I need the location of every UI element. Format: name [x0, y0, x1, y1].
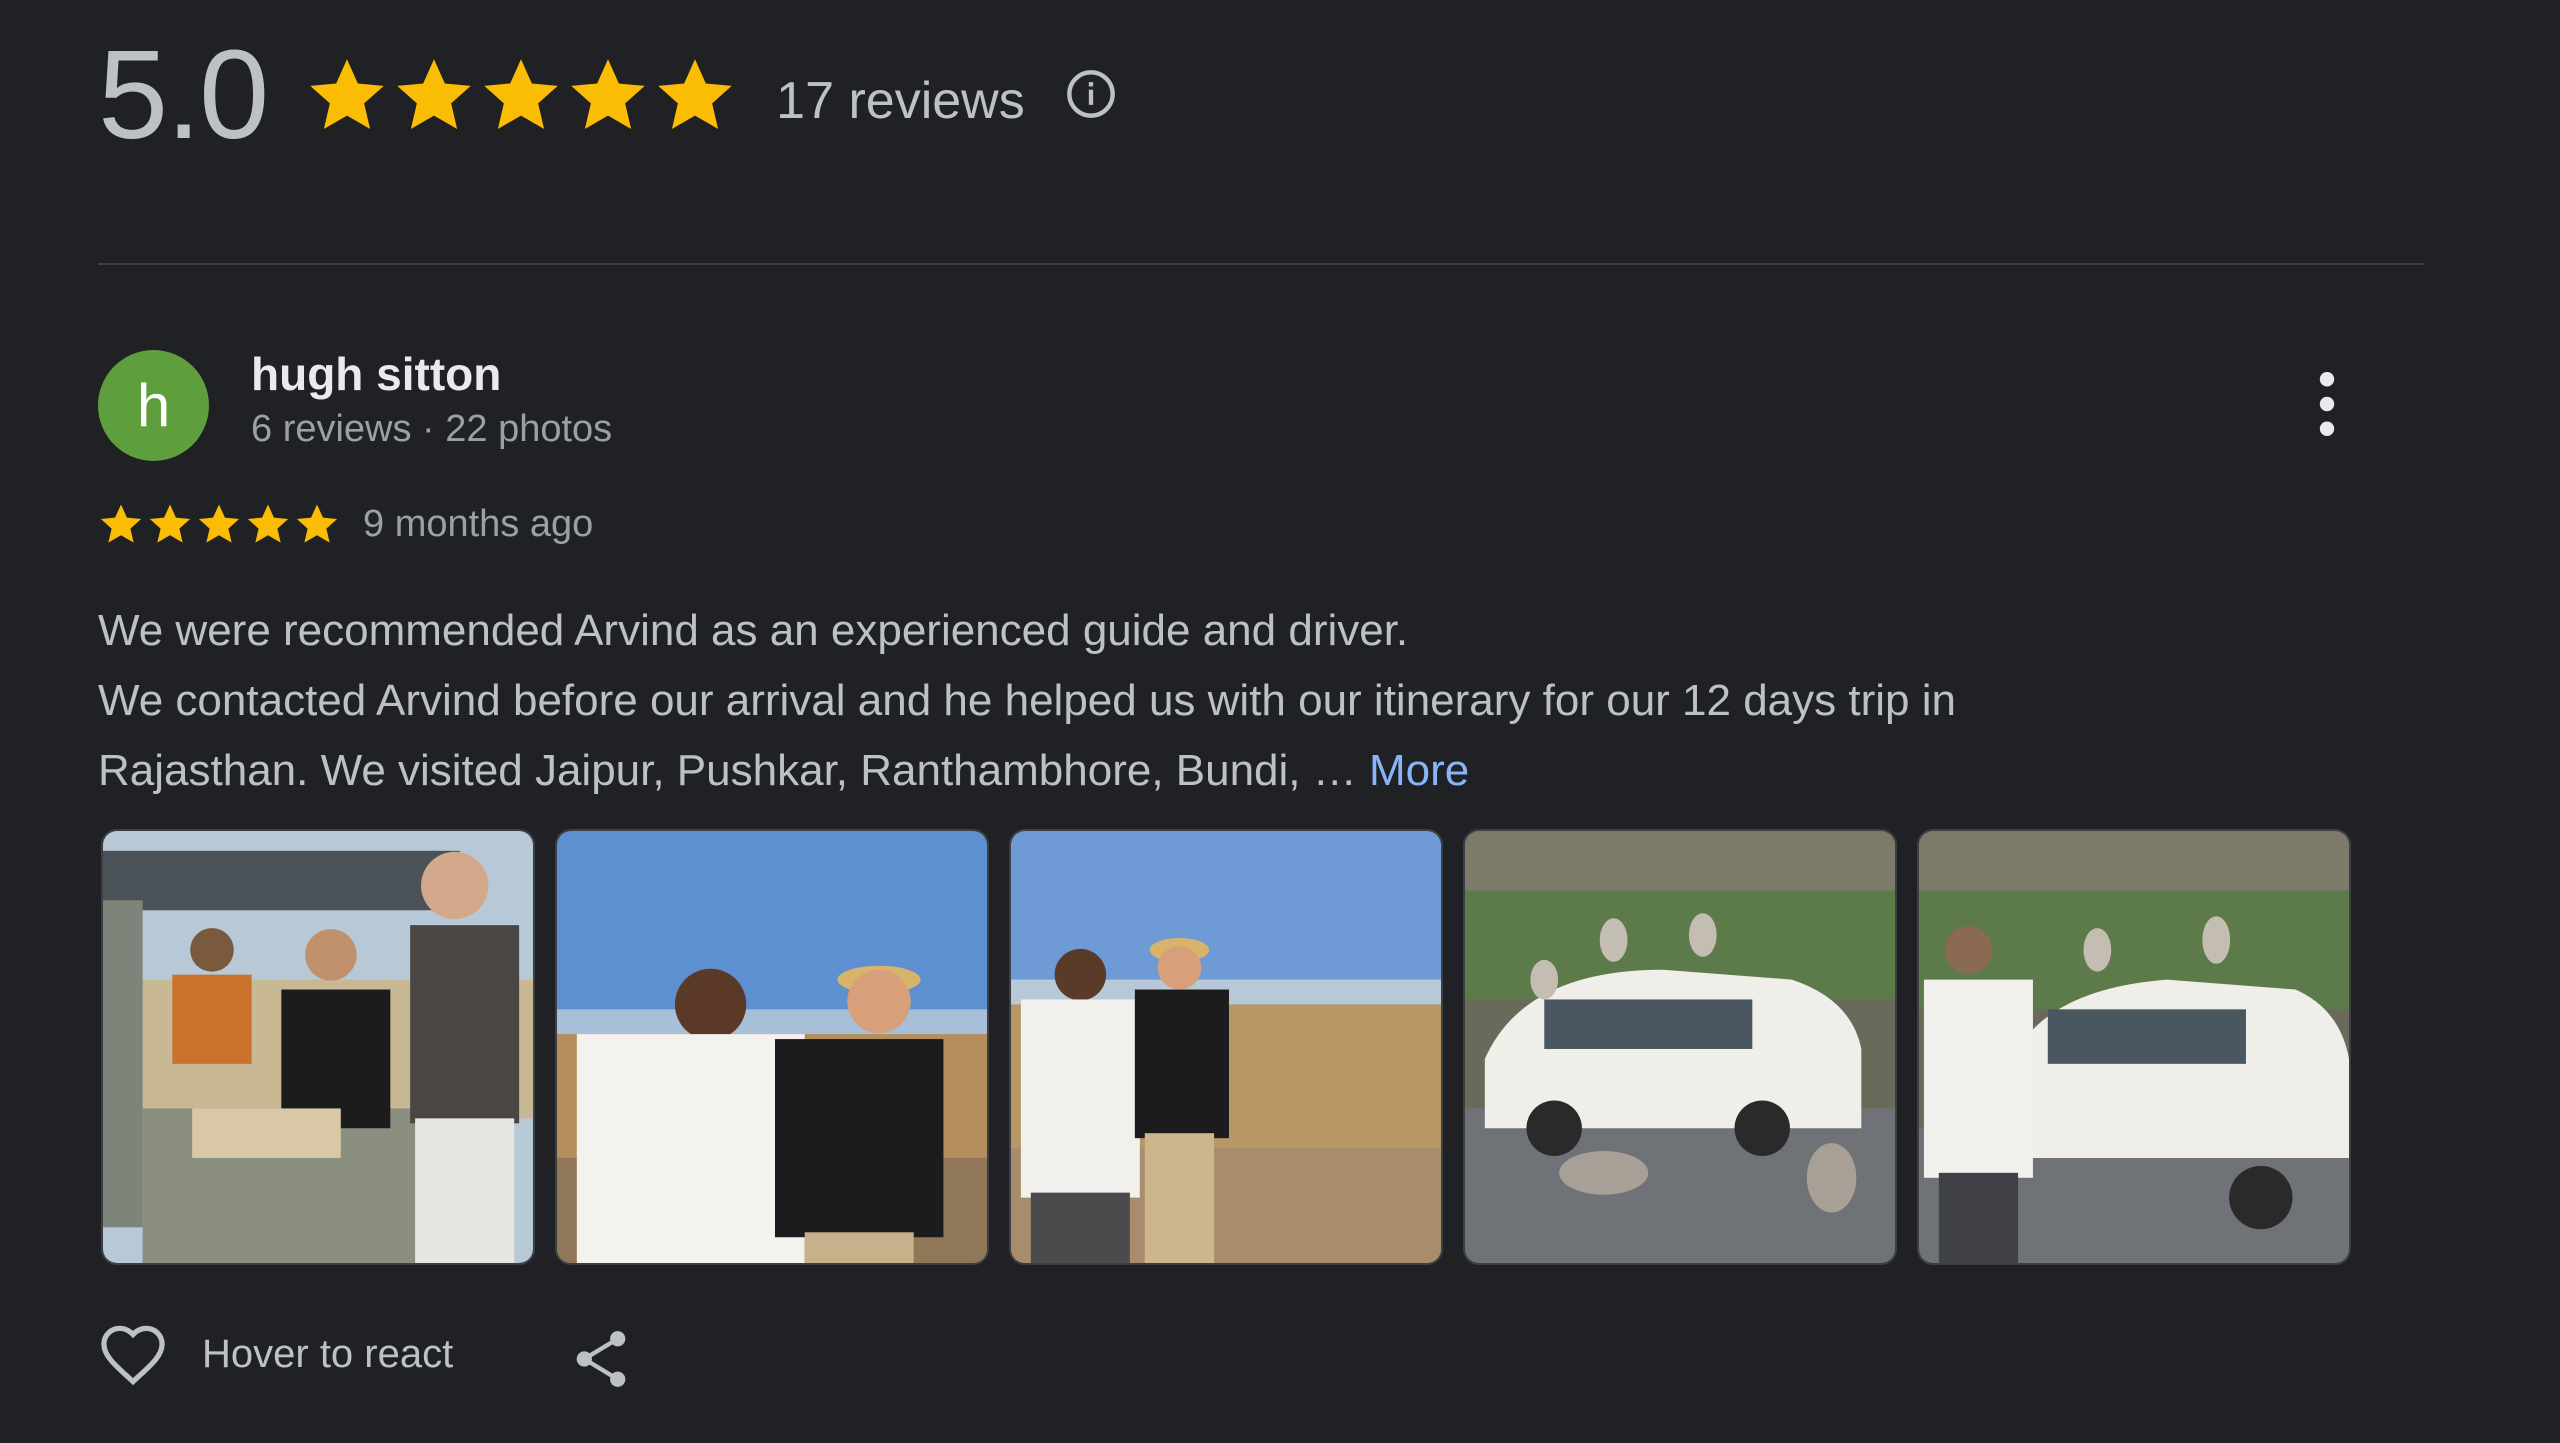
photo-man-with-monkeys-and-car	[1919, 831, 2349, 1263]
summary-stars	[305, 53, 740, 137]
photo-two-men-in-field	[1011, 831, 1441, 1263]
photo-monkeys-on-white-car	[1465, 831, 1895, 1263]
react-label: Hover to react	[202, 1331, 454, 1376]
photo-men-in-safari-jeep	[103, 831, 533, 1263]
more-link[interactable]: More	[1369, 746, 1469, 795]
average-score: 5.0	[98, 24, 269, 165]
review-text: We were recommended Arvind as an experie…	[98, 596, 2328, 806]
heart-icon	[101, 1325, 165, 1386]
avatar-letter: h	[136, 372, 171, 439]
divider	[98, 263, 2424, 265]
reviewer-name[interactable]: hugh sitton	[251, 347, 501, 401]
star-icon	[484, 59, 558, 129]
review-photo[interactable]	[1917, 829, 2351, 1265]
rating-summary: 5.0 17 reviews	[98, 30, 1117, 160]
share-icon[interactable]	[572, 1328, 630, 1390]
photo-two-men-at-sunset	[557, 831, 987, 1263]
star-icon	[149, 504, 191, 543]
review-photo[interactable]	[555, 829, 989, 1265]
review-date: 9 months ago	[363, 502, 594, 545]
avatar[interactable]: h	[98, 350, 209, 461]
star-icon	[198, 504, 240, 543]
review-photo[interactable]	[1463, 829, 1897, 1265]
star-icon	[296, 504, 338, 543]
more-options-icon[interactable]	[2300, 368, 2354, 440]
star-icon	[100, 504, 142, 543]
star-icon	[397, 59, 471, 129]
review-text-line: We were recommended Arvind as an experie…	[98, 606, 1409, 655]
star-icon	[571, 59, 645, 129]
review-text-fragment: Rajasthan. We visited Jaipur, Pushkar, R…	[98, 746, 1369, 795]
photo-strip	[101, 829, 2371, 1265]
reviewer-meta: 6 reviews · 22 photos	[251, 408, 613, 450]
review-count[interactable]: 17 reviews	[776, 71, 1025, 131]
star-icon	[247, 504, 289, 543]
review-text-line: We contacted Arvind before our arrival a…	[98, 676, 1956, 725]
review-text-line: Rajasthan. We visited Jaipur, Pushkar, R…	[98, 736, 2328, 806]
star-icon	[658, 59, 732, 129]
react-button[interactable]: Hover to react	[98, 1322, 453, 1386]
review-photo[interactable]	[101, 829, 535, 1265]
review-photo[interactable]	[1009, 829, 1443, 1265]
review-rating: 9 months ago	[98, 497, 593, 551]
info-icon[interactable]	[1065, 68, 1117, 120]
star-icon	[310, 59, 384, 129]
review-panel: 5.0 17 reviews h hugh sitton 6 reviews ·…	[0, 0, 2560, 1443]
